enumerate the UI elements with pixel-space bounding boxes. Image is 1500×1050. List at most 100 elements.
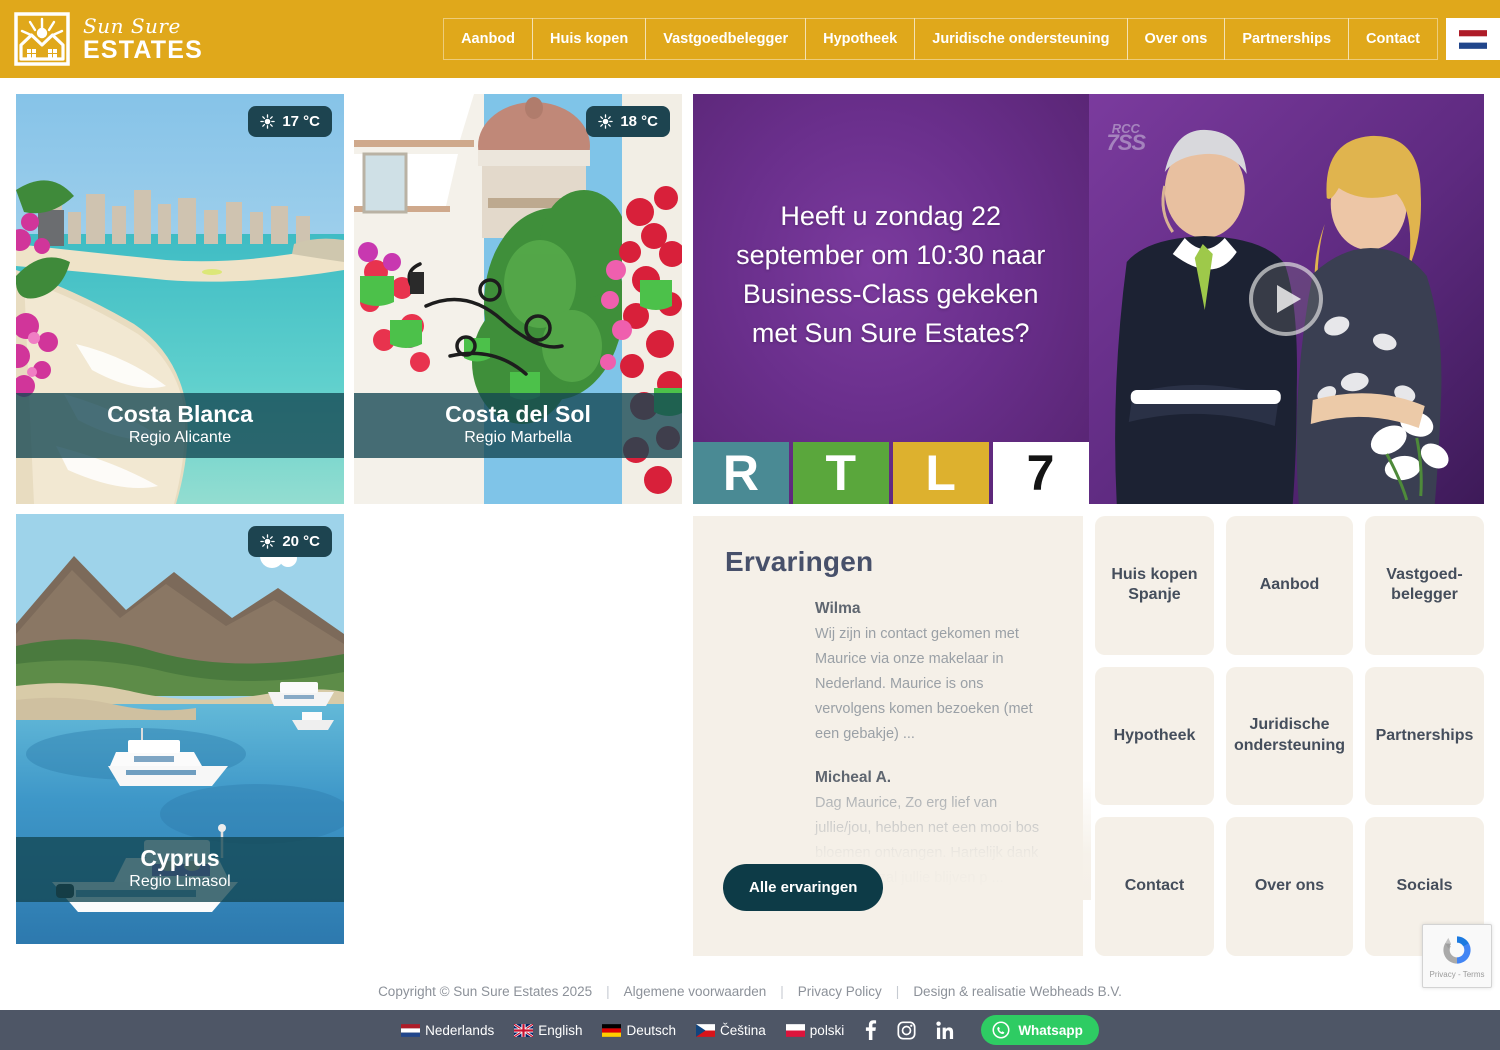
temperature-badge-cyprus: 20 °C — [248, 526, 332, 557]
main-content: 17 °C Costa Blanca Regio Alicante 18 °C … — [0, 78, 1500, 972]
footer-link-design[interactable]: Design & realisatie Webheads B.V. — [913, 984, 1122, 999]
facebook-icon[interactable] — [864, 1020, 877, 1040]
region-card-grid: 17 °C Costa Blanca Regio Alicante 18 °C … — [16, 94, 683, 956]
language-cestina[interactable]: Čeština — [696, 1023, 766, 1038]
region-subtitle: Regio Alicante — [128, 429, 232, 446]
quick-link-vastgoedbelegger[interactable]: Vastgoed-belegger — [1365, 516, 1484, 655]
language-deutsch[interactable]: Deutsch — [602, 1023, 676, 1038]
linkedin-icon[interactable] — [936, 1020, 955, 1040]
recaptcha-badge[interactable]: Privacy - Terms — [1422, 924, 1492, 988]
nav-item-hypotheek[interactable]: Hypotheek — [805, 17, 916, 61]
quick-link-juridische-ondersteuning[interactable]: Juridische ondersteuning — [1225, 666, 1354, 806]
region-caption: Costa del Sol Regio Marbella — [354, 392, 682, 458]
play-triangle — [1277, 285, 1302, 313]
footer-link-terms[interactable]: Algemene voorwaarden — [624, 984, 767, 999]
play-icon[interactable] — [1249, 262, 1324, 336]
nav-item-partnerships[interactable]: Partnerships — [1224, 17, 1350, 61]
region-title: Costa Blanca — [107, 400, 253, 427]
promo-headline: Heeft u zondag 22 september om 10:30 naa… — [736, 200, 1046, 349]
flag-cz-icon — [696, 1023, 716, 1037]
testimonial-author: Wilma — [815, 600, 861, 617]
temperature-value: 18 °C — [620, 113, 658, 130]
whatsapp-button[interactable]: Whatsapp — [981, 1015, 1099, 1045]
footer-separator: | — [895, 983, 900, 999]
language-label: polski — [809, 1022, 845, 1038]
nav-item-huis-kopen[interactable]: Huis kopen — [532, 17, 647, 61]
testimonial-author: Micheal A. — [815, 768, 892, 786]
nav-item-juridische-ondersteuning[interactable]: Juridische ondersteuning — [914, 17, 1128, 61]
brand-logo[interactable]: Sun Sure ESTATES — [0, 12, 203, 66]
all-testimonials-button[interactable]: Alle ervaringen — [723, 864, 884, 911]
region-card-costa-blanca[interactable]: 17 °C Costa Blanca Regio Alicante — [16, 94, 344, 504]
temperature-value: 20 °C — [282, 533, 320, 550]
lower-row: Ervaringen Wilma Wij zijn in contact gek… — [693, 516, 1484, 956]
house-sun-icon — [14, 12, 70, 66]
flag-nl-icon — [1459, 29, 1487, 49]
page-root: Sun Sure ESTATES Aanbod Huis kopen Vastg… — [0, 0, 1500, 1050]
footer-separator: | — [606, 983, 610, 999]
rtl-letter-r: R — [693, 442, 789, 504]
footer-copyright-bar: Copyright © Sun Sure Estates 2025 | Alge… — [0, 972, 1500, 1010]
language-polski[interactable]: polski — [785, 1022, 845, 1038]
language-nederlands[interactable]: Nederlands — [401, 1023, 494, 1038]
flag-de-icon — [602, 1023, 622, 1037]
sun-icon — [260, 114, 276, 129]
language-label: Deutsch — [626, 1022, 677, 1038]
language-english[interactable]: English — [514, 1023, 582, 1038]
brand-name: ESTATES — [83, 35, 203, 64]
brand-script: Sun Sure — [83, 13, 181, 38]
language-label: Nederlands — [425, 1022, 495, 1038]
sun-icon — [598, 114, 614, 129]
quick-link-contact[interactable]: Contact — [1095, 817, 1214, 956]
region-card-costa-del-sol[interactable]: 18 °C Costa del Sol Regio Marbella — [354, 94, 682, 504]
quick-link-aanbod[interactable]: Aanbod — [1225, 516, 1354, 655]
region-title: Costa del Sol — [445, 400, 591, 427]
recaptcha-icon — [1443, 936, 1471, 964]
promo-video-thumbnail[interactable]: RCC 7SS — [1088, 94, 1484, 504]
nav-item-contact[interactable]: Contact — [1348, 17, 1438, 61]
main-navigation: Aanbod Huis kopen Vastgoedbelegger Hypot… — [443, 17, 1500, 61]
copyright-text: Copyright © Sun Sure Estates 2025 — [378, 983, 593, 999]
quick-link-partnerships[interactable]: Partnerships — [1365, 666, 1484, 806]
whatsapp-icon — [992, 1021, 1010, 1039]
testimonials-heading: Ervaringen — [725, 546, 874, 577]
quick-link-huis-kopen-spanje[interactable]: Huis kopen Spanje — [1095, 516, 1214, 655]
promo-text-panel: Heeft u zondag 22 september om 10:30 naa… — [693, 94, 1089, 504]
nav-item-aanbod[interactable]: Aanbod — [443, 17, 534, 61]
video-promo[interactable]: Heeft u zondag 22 september om 10:30 naa… — [693, 94, 1484, 504]
region-caption: Cyprus Regio Limasol — [16, 836, 344, 902]
whatsapp-label: Whatsapp — [1018, 1022, 1083, 1038]
region-subtitle: Regio Limasol — [129, 873, 231, 890]
rtl-letter-l: L — [892, 442, 989, 504]
rtl-number-7: 7 — [992, 442, 1089, 504]
instagram-icon[interactable] — [897, 1020, 916, 1040]
language-label: English — [538, 1022, 583, 1038]
language-bar: Nederlands English Deutsch Čeština polsk… — [0, 1010, 1500, 1050]
footer-separator: | — [780, 983, 784, 999]
flag-pl-icon — [785, 1023, 805, 1037]
footer-link-privacy[interactable]: Privacy Policy — [798, 984, 882, 999]
region-card-cyprus[interactable]: 20 °C Cyprus Regio Limasol — [16, 514, 344, 944]
quick-link-over-ons[interactable]: Over ons — [1225, 817, 1354, 956]
rtl7-logo: R T L 7 — [693, 442, 1089, 504]
sun-icon — [260, 534, 276, 549]
right-column: Heeft u zondag 22 september om 10:30 naa… — [693, 94, 1484, 956]
quick-links-grid: Huis kopen Spanje Aanbod Vastgoed-belegg… — [1095, 516, 1484, 956]
temperature-value: 17 °C — [282, 113, 320, 130]
testimonial-item: Wilma Wij zijn in contact gekomen met Ma… — [815, 600, 1051, 747]
region-subtitle: Regio Marbella — [464, 429, 572, 446]
flag-gb-icon — [514, 1023, 534, 1037]
testimonials-panel: Ervaringen Wilma Wij zijn in contact gek… — [693, 516, 1091, 956]
language-switcher-button[interactable] — [1446, 17, 1500, 61]
watermark-bottom: 7SS — [1106, 130, 1147, 156]
recaptcha-label: Privacy - Terms — [1429, 970, 1485, 979]
temperature-badge-costa-blanca: 17 °C — [248, 106, 332, 137]
region-caption: Costa Blanca Regio Alicante — [16, 392, 344, 458]
nav-item-over-ons[interactable]: Over ons — [1126, 17, 1226, 61]
nav-item-vastgoedbelegger[interactable]: Vastgoedbelegger — [645, 17, 807, 61]
rtl-letter-t: T — [792, 442, 889, 504]
temperature-badge-costa-del-sol: 18 °C — [586, 106, 670, 137]
quick-link-hypotheek[interactable]: Hypotheek — [1095, 666, 1214, 806]
site-header: Sun Sure ESTATES Aanbod Huis kopen Vastg… — [0, 0, 1500, 78]
region-title: Cyprus — [140, 844, 220, 871]
